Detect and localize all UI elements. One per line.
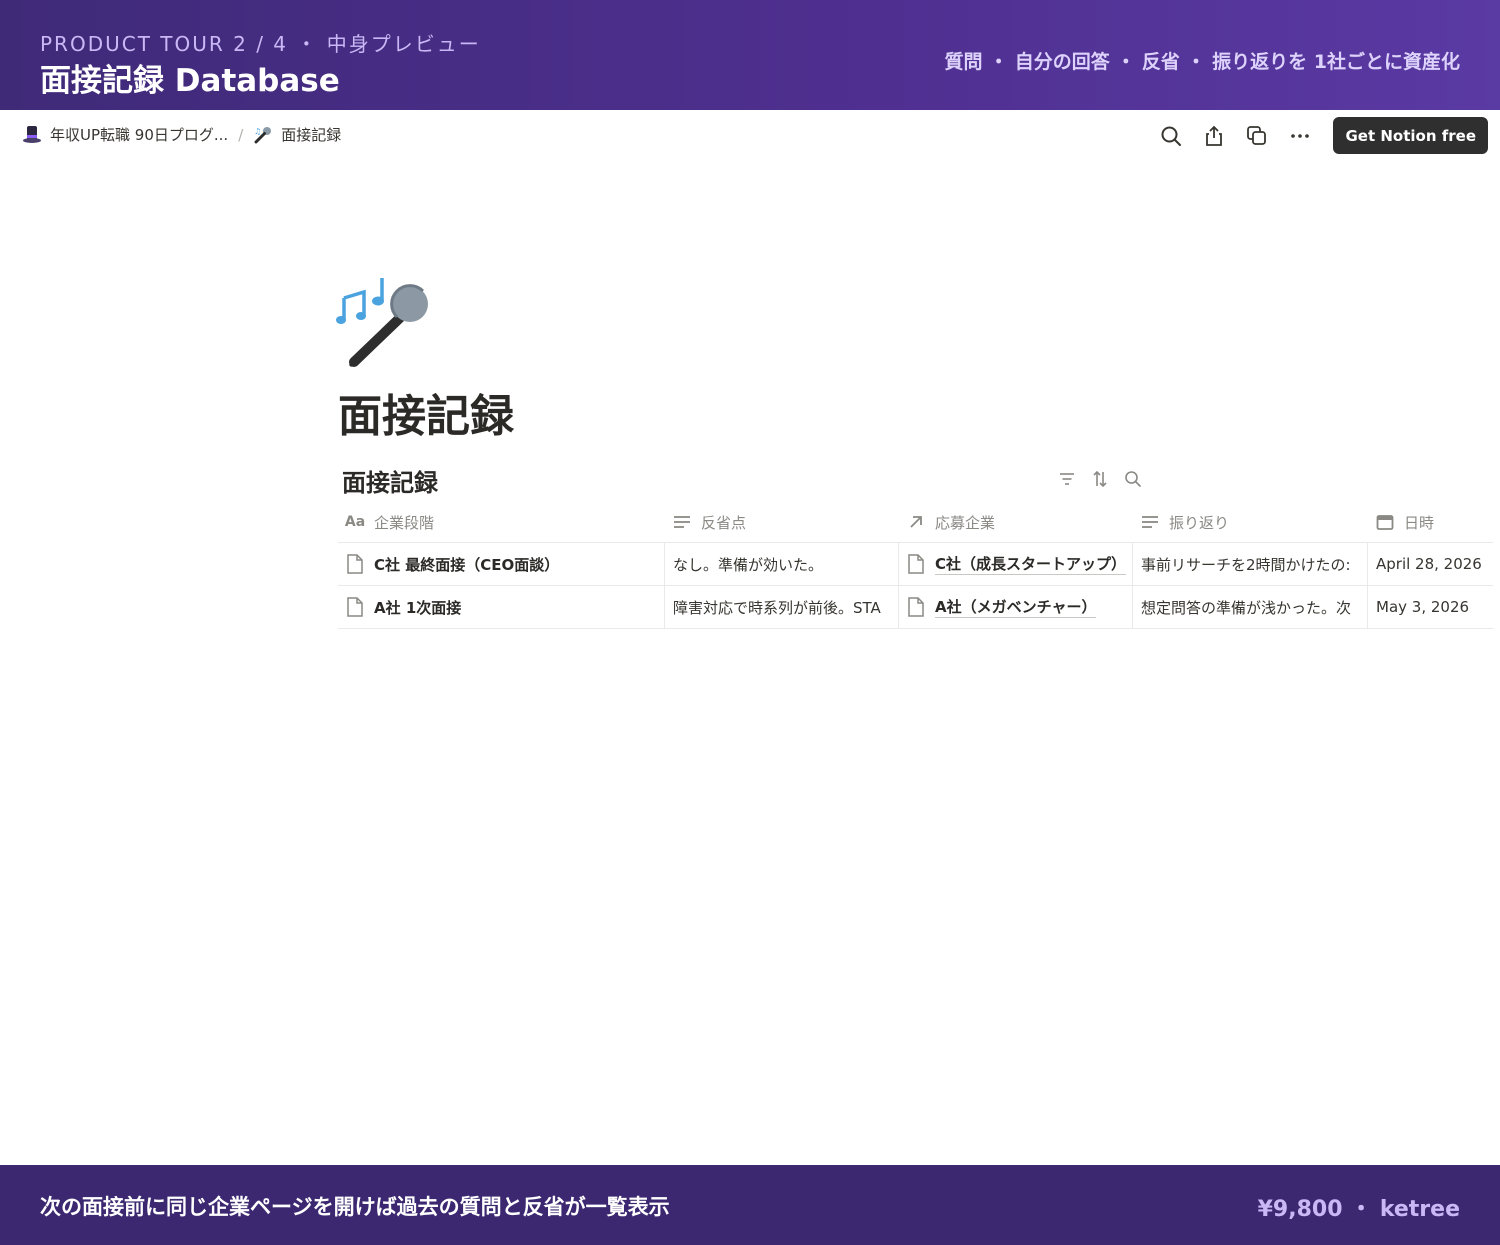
column-header-label: 企業段階 xyxy=(374,513,435,532)
microphone-icon: ♫ xyxy=(253,125,273,145)
database-search-icon[interactable] xyxy=(1122,468,1144,490)
column-header-date[interactable]: 日時 xyxy=(1368,502,1493,542)
column-header-stage[interactable]: Aa 企業段階 xyxy=(338,502,665,542)
table-row[interactable]: A社 1次面接 障害対応で時系列が前後。STA A社（メガベンチャー） 想定問答… xyxy=(338,586,1493,629)
database-toolbar xyxy=(1056,468,1155,490)
breadcrumb-separator: / xyxy=(238,125,244,144)
page-icon xyxy=(347,597,363,617)
table-row[interactable]: C社 最終面接（CEO面談） なし。準備が効いた。 C社（成長スタートアップ） … xyxy=(338,543,1493,586)
top-hat-icon xyxy=(22,125,42,145)
cell-review[interactable]: 事前リサーチを2時間かけたの: xyxy=(1133,543,1368,585)
svg-text:♫: ♫ xyxy=(254,127,261,136)
breadcrumb-item-current[interactable]: 面接記録 xyxy=(281,124,341,145)
banner-tagline: 質問 ・ 自分の回答 ・ 反省 ・ 振り返りを 1社ごとに資産化 xyxy=(944,51,1460,73)
footer-banner: 次の面接前に同じ企業ページを開けば過去の質問と反省が一覧表示 ¥9,800 ・ … xyxy=(0,1165,1500,1245)
column-header-review[interactable]: 振り返り xyxy=(1133,502,1368,542)
relation-link[interactable]: A社（メガベンチャー） xyxy=(935,597,1097,618)
get-notion-free-button[interactable]: Get Notion free xyxy=(1333,117,1488,154)
column-header-label: 反省点 xyxy=(701,513,747,532)
column-header-label: 振り返り xyxy=(1169,513,1230,532)
duplicate-icon[interactable] xyxy=(1243,122,1271,150)
row-title[interactable]: A社 1次面接 xyxy=(374,597,461,618)
column-header-label: 日時 xyxy=(1404,513,1435,532)
footer-message: 次の面接前に同じ企業ページを開けば過去の質問と反省が一覧表示 xyxy=(40,1195,670,1219)
row-title[interactable]: C社 最終面接（CEO面談） xyxy=(374,554,559,575)
column-header-label: 応募企業 xyxy=(935,513,996,532)
breadcrumb-item-program[interactable]: 年収UP転職 90日プログ... xyxy=(50,124,228,145)
cell-reflection-points[interactable]: 障害対応で時系列が前後。STA xyxy=(665,586,899,628)
column-header-company[interactable]: 応募企業 xyxy=(899,502,1133,542)
relation-link[interactable]: C社（成長スタートアップ） xyxy=(935,554,1127,575)
cell-stage[interactable]: A社 1次面接 xyxy=(338,586,665,628)
notion-topbar: 年収UP転職 90日プログ... / ♫ 面接記録 Get Notion fre… xyxy=(0,110,1500,162)
price-label: ¥9,800 ・ ketree xyxy=(1257,1197,1460,1222)
title-aa-icon: Aa xyxy=(344,514,366,530)
page-title: 面接記録 xyxy=(338,391,514,442)
search-icon[interactable] xyxy=(1157,122,1185,150)
database-table: Aa 企業段階 反省点 応募企業 振り返り 日時 C社 最終面接（CEO面談） … xyxy=(338,502,1493,629)
column-header-reflection-points[interactable]: 反省点 xyxy=(665,502,899,542)
page-icon xyxy=(347,554,363,574)
text-lines-icon xyxy=(1141,513,1159,531)
page-icon xyxy=(908,597,924,617)
topbar-actions: Get Notion free xyxy=(1157,117,1488,154)
cell-review[interactable]: 想定問答の準備が浅かった。次 xyxy=(1133,586,1368,628)
share-icon[interactable] xyxy=(1200,122,1228,150)
database-title[interactable]: 面接記録 xyxy=(342,463,438,498)
table-header-row: Aa 企業段階 反省点 応募企業 振り返り 日時 xyxy=(338,502,1493,543)
calendar-icon xyxy=(1376,513,1394,531)
text-lines-icon xyxy=(673,513,691,531)
banner-title: 面接記録 Database xyxy=(40,63,340,99)
cell-date[interactable]: May 3, 2026 xyxy=(1368,586,1493,628)
banner-kicker: PRODUCT TOUR 2 / 4 ・ 中身プレビュー xyxy=(40,32,481,56)
cell-company[interactable]: C社（成長スタートアップ） xyxy=(899,543,1133,585)
filter-icon[interactable] xyxy=(1056,468,1078,490)
breadcrumb: 年収UP転職 90日プログ... / ♫ 面接記録 xyxy=(22,124,341,145)
cell-date[interactable]: April 28, 2026 xyxy=(1368,543,1493,585)
microphone-music-icon[interactable] xyxy=(336,276,432,368)
promo-banner: PRODUCT TOUR 2 / 4 ・ 中身プレビュー 面接記録 Databa… xyxy=(0,0,1500,110)
cell-reflection-points[interactable]: なし。準備が効いた。 xyxy=(665,543,899,585)
cell-stage[interactable]: C社 最終面接（CEO面談） xyxy=(338,543,665,585)
more-icon[interactable] xyxy=(1286,122,1314,150)
page-icon xyxy=(908,554,924,574)
sort-icon[interactable] xyxy=(1089,468,1111,490)
cell-company[interactable]: A社（メガベンチャー） xyxy=(899,586,1133,628)
relation-arrow-icon xyxy=(907,513,925,531)
